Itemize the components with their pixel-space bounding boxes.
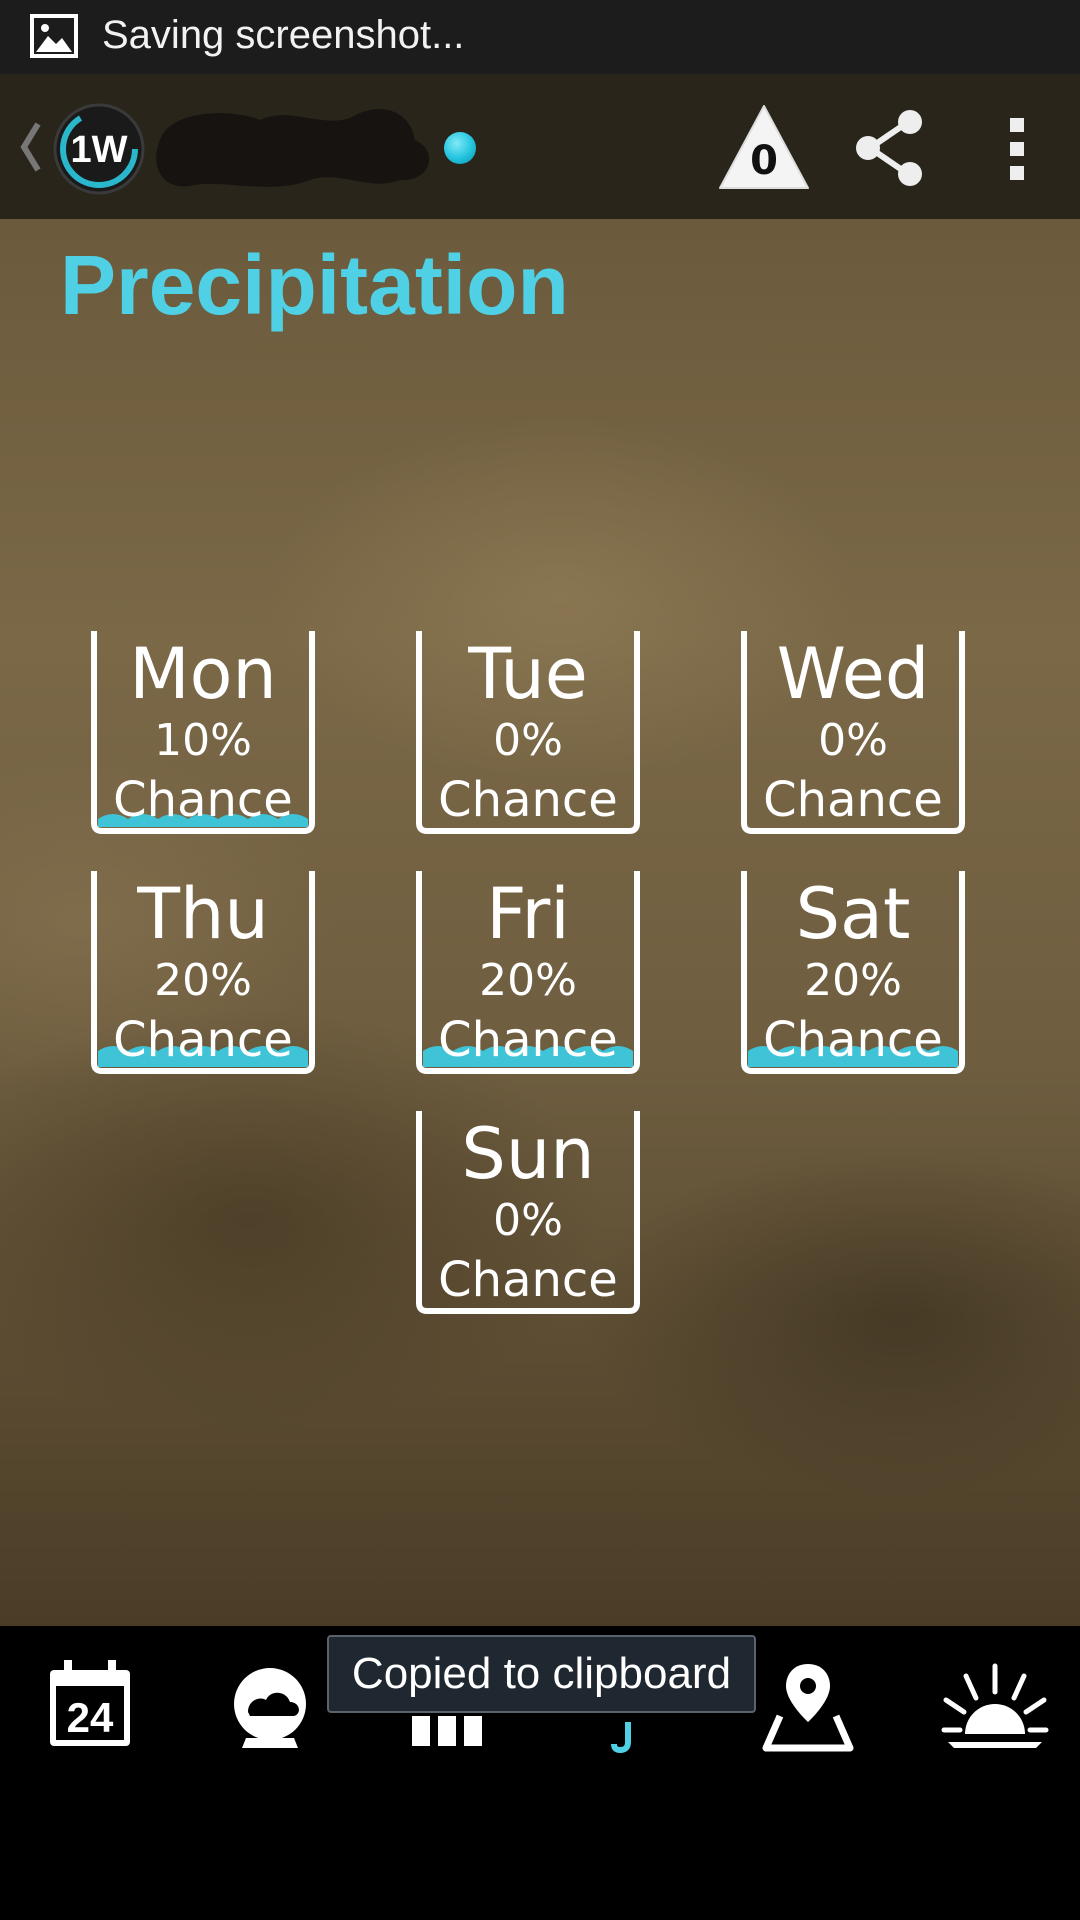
precip-percent: 20% [804,955,902,1006]
live-indicator-dot [444,132,476,164]
calendar-24-icon[interactable]: 24 [40,1656,140,1756]
chance-label: Chance [438,772,618,828]
precip-percent: 0% [493,715,563,766]
day-card-fri[interactable]: Fri 20% Chance [415,871,641,1075]
image-icon [30,14,78,58]
day-name: Mon [129,633,277,715]
app-logo-icon[interactable]: 1W [52,102,146,196]
day-card-mon[interactable]: Mon 10% Chance [90,631,316,835]
status-bar: Saving screenshot... [0,0,1080,74]
day-name: Tue [468,633,588,715]
chance-label: Chance [113,772,293,828]
svg-text:24: 24 [67,1694,114,1741]
chance-label: Chance [763,772,943,828]
sun-icon[interactable] [940,1656,1050,1756]
location-name-redacted[interactable] [150,100,450,196]
chance-label: Chance [438,1012,618,1068]
chance-label: Chance [763,1012,943,1068]
current-conditions-icon[interactable] [220,1656,320,1756]
day-card-sat[interactable]: Sat 20% Chance [740,871,966,1075]
map-pin-icon[interactable] [758,1656,858,1756]
day-card-tue[interactable]: Tue 0% Chance [415,631,641,835]
precip-percent: 20% [479,955,577,1006]
day-card-thu[interactable]: Thu 20% Chance [90,871,316,1075]
overflow-menu-icon[interactable] [1000,114,1036,184]
precip-percent: 20% [154,955,252,1006]
precipitation-panel: Precipitation Mon 10% Chance Tue 0% Chan… [0,219,1080,1626]
day-card-sun[interactable]: Sun 0% Chance [415,1111,641,1315]
svg-text:1W: 1W [71,129,128,171]
chance-label: Chance [113,1012,293,1068]
day-name: Sun [461,1113,595,1195]
day-name: Fri [486,873,570,955]
day-name: Thu [137,873,269,955]
chevron-left-icon[interactable] [18,120,42,174]
share-icon[interactable] [850,108,930,188]
precip-percent: 10% [154,715,252,766]
action-bar: 1W 0 [0,74,1080,219]
status-notification-text: Saving screenshot... [102,13,465,57]
alert-count[interactable]: 0 [718,138,810,184]
page-title: Precipitation [60,238,569,332]
day-name: Sat [795,873,911,955]
precip-percent: 0% [493,1195,563,1246]
chance-label: Chance [438,1252,618,1308]
day-name: Wed [776,633,930,715]
toast-notification: Copied to clipboard [327,1635,756,1713]
day-card-wed[interactable]: Wed 0% Chance [740,631,966,835]
precip-percent: 0% [818,715,888,766]
